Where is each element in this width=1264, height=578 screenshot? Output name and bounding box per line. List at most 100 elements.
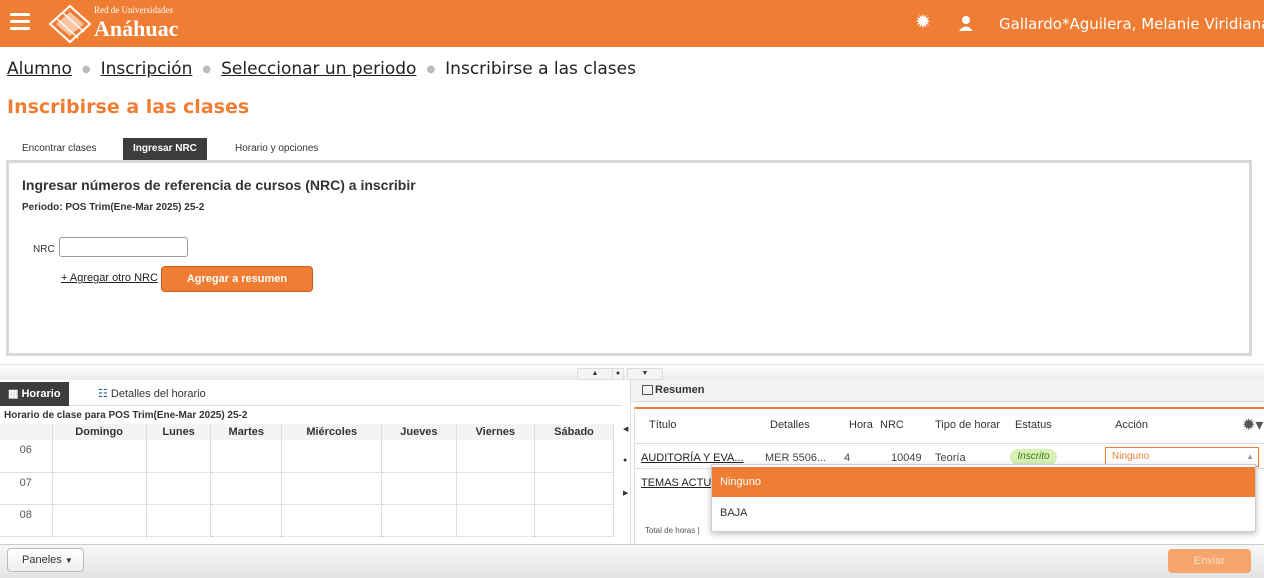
col-titulo[interactable]: Título (649, 419, 677, 431)
anahuac-logo[interactable]: Red de Universidades Anáhuac (48, 4, 208, 44)
action-select-value: Ninguno (1112, 451, 1150, 462)
col-nrc[interactable]: NRC (880, 419, 904, 431)
table-icon (642, 385, 653, 395)
schedule-cell (52, 472, 147, 505)
panels-button-label: Paneles (22, 554, 62, 566)
schedule-cell (456, 472, 536, 505)
course-title-link[interactable]: AUDITORÍA Y EVA... (641, 452, 744, 464)
tab-horario[interactable]: ▦ Horario (0, 382, 69, 406)
collapse-down-icon[interactable]: ▼ (627, 368, 663, 380)
menu-icon[interactable] (10, 13, 30, 31)
chevron-down-icon: ▼ (64, 556, 73, 565)
add-to-summary-button[interactable]: Agregar a resumen (161, 266, 313, 292)
schedule-cell (146, 472, 212, 505)
schedule-tabs: ▦ Horario ☷ Detalles del horario (0, 380, 622, 406)
hour-column-header (0, 424, 53, 440)
settings-gear-icon[interactable]: ✹ (913, 13, 933, 33)
hour-label: 07 (0, 472, 53, 505)
bottom-bar: Paneles ▼ Enviar (0, 544, 1264, 578)
top-bar: Red de Universidades Anáhuac ✹ Gallardo*… (0, 0, 1264, 47)
add-nrc-link[interactable]: + Agregar otro NRC (61, 272, 158, 284)
course-nrc: 10049 (891, 452, 922, 464)
nrc-panel-heading: Ingresar números de referencia de cursos… (22, 177, 416, 193)
day-header-martes: Martes (210, 424, 283, 440)
tab-ingresar-nrc[interactable]: Ingresar NRC (123, 138, 207, 160)
submit-button[interactable]: Enviar (1168, 549, 1251, 573)
total-hours-label: Total de horas | (645, 526, 700, 535)
summary-header: Resumen (631, 380, 1264, 402)
breadcrumb: Alumno ● Inscripción ● Seleccionar un period… (7, 59, 636, 79)
breadcrumb-separator: ● (426, 63, 436, 75)
course-details: MER 5506... (765, 452, 827, 464)
schedule-cell (210, 472, 283, 505)
schedule-cell (52, 504, 147, 537)
breadcrumb-inscripcion[interactable]: Inscripción (101, 59, 193, 79)
periodo-label: Periodo: POS Trim(Ene-Mar 2025) 25-2 (22, 202, 205, 213)
day-header-miercoles: Miércoles (281, 424, 383, 440)
day-header-domingo: Domingo (52, 424, 147, 440)
breadcrumb-separator: ● (202, 63, 212, 75)
schedule-cell (534, 504, 614, 537)
course-title-link[interactable]: TEMAS ACTU (641, 477, 711, 489)
breadcrumb-current: Inscribirse a las clases (445, 59, 636, 79)
day-header-jueves: Jueves (381, 424, 457, 440)
panels-button[interactable]: Paneles ▼ (7, 548, 84, 572)
schedule-cell (456, 504, 536, 537)
breadcrumb-seleccionar-periodo[interactable]: Seleccionar un periodo (221, 59, 416, 79)
list-icon: ☷ (98, 388, 111, 400)
hour-label: 08 (0, 504, 53, 537)
tab-horario-opciones[interactable]: Horario y opciones (225, 138, 328, 160)
col-accion[interactable]: Acción (1115, 419, 1148, 431)
nrc-panel: Ingresar números de referencia de cursos… (6, 160, 1252, 356)
schedule-cell (281, 504, 383, 537)
table-settings-gear-icon[interactable]: ✹▾ (1242, 415, 1263, 435)
logo-title: Anáhuac (94, 16, 179, 41)
col-estatus[interactable]: Estatus (1015, 419, 1052, 431)
course-type: Teoría (935, 452, 966, 464)
schedule-cell (146, 504, 212, 537)
hour-label: 06 (0, 440, 53, 473)
tab-detalles-label: Detalles del horario (110, 388, 206, 400)
dropdown-option-baja[interactable]: BAJA (712, 498, 1255, 528)
tab-horario-label: Horario (21, 388, 61, 400)
schedule-cell (210, 440, 283, 473)
user-icon[interactable] (956, 13, 976, 33)
schedule-cell (381, 472, 457, 505)
col-tipo-horario[interactable]: Tipo de horar (935, 419, 1010, 431)
collapse-up-icon[interactable]: ▲ (577, 368, 613, 380)
schedule-cell (456, 440, 536, 473)
day-header-viernes: Viernes (456, 424, 536, 440)
schedule-row: 07 (0, 472, 614, 505)
nrc-input[interactable] (59, 237, 188, 257)
user-name[interactable]: Gallardo*Aguilera, Melanie Viridiana (999, 15, 1264, 33)
schedule-grid: Domingo Lunes Martes Miércoles Jueves Vi… (0, 424, 614, 537)
action-dropdown: Ninguno BAJA (711, 464, 1256, 532)
logo-subtitle: Red de Universidades (94, 5, 173, 15)
schedule-cell (381, 504, 457, 537)
panel-splitter[interactable]: ▲ ● ▼ (0, 364, 1264, 380)
tab-encontrar-clases[interactable]: Encontrar clases (12, 138, 106, 160)
col-detalles[interactable]: Detalles (770, 419, 810, 431)
summary-title: Resumen (655, 384, 705, 396)
schedule-cell (534, 472, 614, 505)
dropdown-option-ninguno[interactable]: Ninguno (712, 467, 1255, 497)
calendar-icon: ▦ (8, 388, 22, 400)
schedule-pane: ▦ Horario ☷ Detalles del horario Horario… (0, 380, 622, 544)
schedule-title: Horario de clase para POS Trim(Ene-Mar 2… (4, 410, 248, 421)
day-header-lunes: Lunes (146, 424, 212, 440)
schedule-cell (381, 440, 457, 473)
breadcrumb-alumno[interactable]: Alumno (7, 59, 72, 79)
schedule-cell (146, 440, 212, 473)
page-title: Inscribirse a las clases (7, 96, 250, 118)
schedule-cell (210, 504, 283, 537)
schedule-cell (281, 440, 383, 473)
nrc-label: NRC (33, 244, 55, 255)
schedule-cell (281, 472, 383, 505)
tab-detalles-horario[interactable]: ☷ Detalles del horario (90, 382, 214, 406)
schedule-cell (534, 440, 614, 473)
status-badge: Inscrito (1010, 449, 1057, 465)
col-horas[interactable]: Hora (849, 419, 875, 431)
schedule-row: 08 (0, 504, 614, 537)
course-hours: 4 (844, 452, 851, 464)
splitter-handle-icon[interactable]: ● (612, 368, 624, 380)
